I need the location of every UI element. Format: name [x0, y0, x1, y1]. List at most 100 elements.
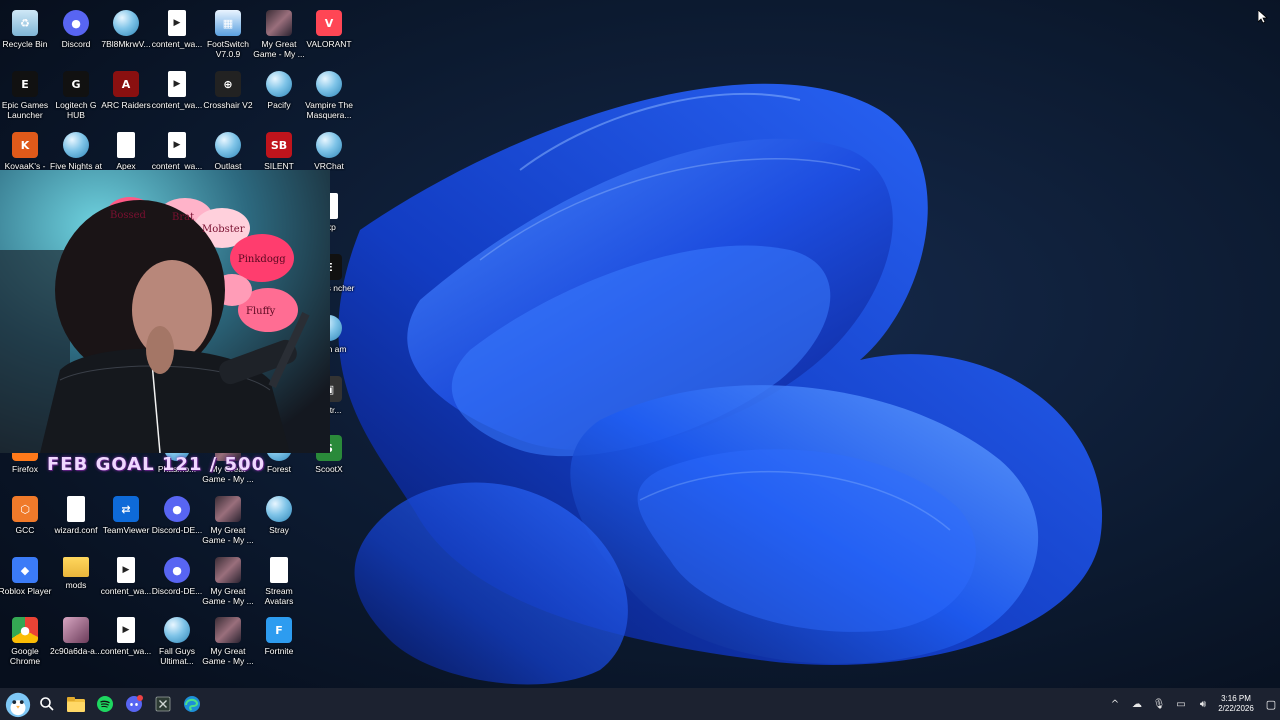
globe-icon: [316, 132, 342, 158]
chevron-up-icon[interactable]: ^: [1104, 699, 1126, 710]
epic-games-icon: E: [12, 71, 38, 97]
desktop-icon[interactable]: My Great Game - My ...: [253, 4, 305, 62]
desktop-icon[interactable]: My Great Game - My ...: [202, 611, 254, 669]
gcc-icon: ⬡: [12, 496, 38, 522]
onedrive-icon[interactable]: ☁: [1126, 699, 1148, 710]
edge-icon[interactable]: [178, 690, 206, 718]
desktop-icon[interactable]: F Fortnite: [254, 611, 304, 669]
desktop-icon[interactable]: Vampire The Masquera...: [304, 65, 354, 123]
media-file-icon: ▶: [168, 132, 186, 158]
recycle-bin-icon: ♻: [12, 10, 38, 36]
desktop-icon[interactable]: Stream Avatars: [254, 551, 304, 609]
desktop-icon[interactable]: ⊕ Crosshair V2: [203, 65, 253, 123]
heart-text: Fluffy: [246, 306, 276, 317]
desktop-icon-label: Vampire The Masquera...: [305, 100, 353, 120]
desktop-icon-label: wizard.conf: [54, 525, 98, 535]
clock-time: 3:16 PM: [1221, 694, 1251, 703]
webcam-overlay: Bossed Brat Mobster Pinkdogg Fluffy: [0, 170, 330, 453]
desktop-icon[interactable]: V VALORANT: [304, 4, 354, 62]
spotify-icon[interactable]: [91, 690, 119, 718]
globe-icon: [63, 132, 89, 158]
mouse-cursor-icon: [1258, 10, 1268, 24]
desktop-icon-label: FootSwitch V7.0.9: [206, 39, 250, 59]
document-icon: [117, 132, 135, 158]
network-icon[interactable]: ▭: [1170, 699, 1192, 710]
desktop-icon[interactable]: Stray: [254, 490, 304, 548]
desktop-icon[interactable]: ♻ Recycle Bin: [0, 4, 50, 62]
desktop-icon-label: Discord: [61, 39, 91, 49]
game-thumbnail-icon: [215, 617, 241, 643]
desktop-icon[interactable]: A ARC Raiders: [101, 65, 151, 123]
globe-icon: [164, 617, 190, 643]
game-thumbnail-icon: [266, 10, 292, 36]
desktop-icon[interactable]: wizard.conf: [51, 490, 101, 548]
globe-icon: [316, 71, 342, 97]
desktop-icon[interactable]: ⇄ TeamViewer: [101, 490, 151, 548]
taskbar: ^ ☁ 🎙︎ ▭ 🔊︎ 3:16 PM 2/22/2026 ▢: [0, 688, 1280, 720]
desktop-icon-label: My Great Game - My ...: [202, 525, 254, 545]
desktop-icon[interactable]: 7Bl8MkrwV...: [101, 4, 151, 62]
desktop-icon-label: 7Bl8MkrwV...: [101, 39, 151, 49]
penguin-avatar-icon[interactable]: [4, 690, 32, 718]
media-file-icon: ▶: [117, 617, 135, 643]
microphone-icon[interactable]: 🎙︎: [1148, 699, 1170, 710]
discord-icon[interactable]: [120, 690, 148, 718]
desktop-icon[interactable]: ● Discord-DE...: [152, 551, 202, 609]
desktop-icon-label: Discord-DE...: [151, 525, 203, 535]
file-explorer-icon[interactable]: [62, 690, 90, 718]
desktop-icon-label: Pacify: [267, 100, 291, 110]
document-icon: [67, 496, 85, 522]
taskbar-clock[interactable]: 3:16 PM 2/22/2026: [1214, 694, 1258, 714]
desktop-icon[interactable]: 2c90a6da-a...: [50, 611, 102, 669]
desktop-icon[interactable]: ▶ content_wa...: [101, 611, 151, 669]
desktop-icon-label: Google Chrome: [9, 646, 41, 666]
volume-icon[interactable]: 🔊︎: [1192, 699, 1214, 710]
desktop-icon[interactable]: ▦ FootSwitch V7.0.9: [203, 4, 253, 62]
desktop-icon[interactable]: ⬡ GCC: [0, 490, 50, 548]
globe-icon: [215, 132, 241, 158]
discord-icon: ●: [164, 496, 190, 522]
desktop-icon[interactable]: ● Discord-DE...: [152, 490, 202, 548]
desktop-icon-label: Logitech G HUB: [55, 100, 97, 120]
desktop-icon[interactable]: Fall Guys Ultimat...: [152, 611, 202, 669]
desktop-icon[interactable]: ▶ content_wa...: [152, 65, 202, 123]
desktop-icon[interactable]: ◆ Roblox Player: [0, 551, 51, 609]
game-thumbnail-icon: [215, 557, 241, 583]
webcam-scene: Bossed Brat Mobster Pinkdogg Fluffy: [0, 170, 330, 453]
desktop-icon-label: VALORANT: [306, 39, 352, 49]
media-file-icon: ▶: [168, 71, 186, 97]
desktop-icon[interactable]: My Great Game - My ...: [202, 551, 254, 609]
desktop-icon[interactable]: E Epic Games Launcher: [0, 65, 50, 123]
search-icon[interactable]: [33, 690, 61, 718]
document-icon: [270, 557, 288, 583]
desktop-icon-label: Discord-DE...: [151, 586, 203, 596]
game-thumbnail-icon: [215, 496, 241, 522]
footswitch-icon: ▦: [215, 10, 241, 36]
desktop-icon[interactable]: ▶ content_wa...: [101, 551, 151, 609]
desktop-icon[interactable]: ● Discord: [51, 4, 101, 62]
desktop-icon-label: content_wa...: [151, 39, 203, 49]
heart-text: Pinkdogg: [238, 254, 286, 265]
chrome-icon: ●: [12, 617, 38, 643]
desktop-icon[interactable]: ● Google Chrome: [0, 611, 50, 669]
desktop-icon-label: Fortnite: [264, 646, 294, 656]
globe-icon: [113, 10, 139, 36]
desktop-icon-label: Epic Games Launcher: [1, 100, 49, 120]
clock-date: 2/22/2026: [1218, 704, 1254, 713]
logitech-icon: G: [63, 71, 89, 97]
fortnite-icon: F: [266, 617, 292, 643]
desktop-icon[interactable]: G Logitech G HUB: [51, 65, 101, 123]
media-file-icon: ▶: [117, 557, 135, 583]
desktop-icon[interactable]: mods: [51, 551, 101, 609]
desktop-icon-label: My Great Game - My ...: [253, 39, 305, 59]
media-file-icon: ▶: [168, 10, 186, 36]
excel-icon[interactable]: [149, 690, 177, 718]
desktop-icon-label: mods: [65, 580, 87, 590]
notification-center-icon[interactable]: ▢: [1262, 698, 1280, 711]
heart-text: Mobster: [202, 224, 245, 235]
desktop-icon[interactable]: Pacify: [254, 65, 304, 123]
desktop-icon[interactable]: ▶ content_wa...: [152, 4, 202, 62]
discord-icon: ●: [63, 10, 89, 36]
system-tray: ^ ☁ 🎙︎ ▭ 🔊︎ 3:16 PM 2/22/2026 ▢: [1104, 688, 1280, 720]
desktop-icon[interactable]: My Great Game - My ...: [202, 490, 254, 548]
